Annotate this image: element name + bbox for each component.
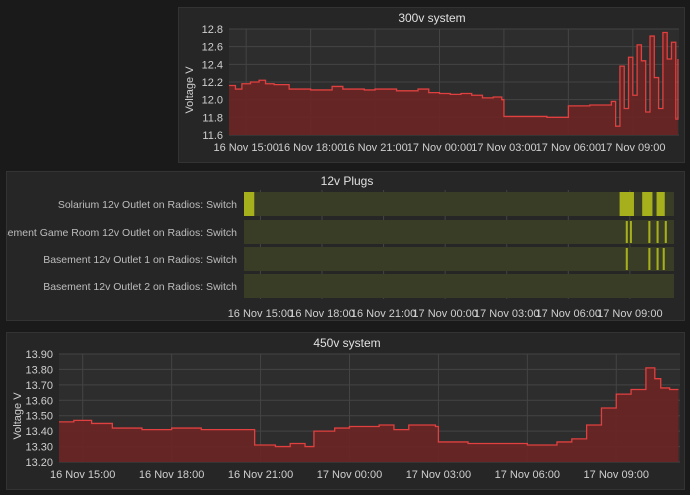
x-tick-label: 16 Nov 18:00: [289, 308, 354, 320]
panel-450v-system: 450v system Voltage V 13.20 13.30 13.40 13.…: [6, 332, 685, 490]
switch-on-segment[interactable]: [244, 192, 255, 216]
x-tick-label: 16 Nov 18:00: [278, 142, 343, 154]
y-tick-label: 13.60: [25, 395, 53, 407]
timeline-row[interactable]: [244, 192, 674, 216]
x-tick-label: 17 Nov 09:00: [597, 308, 662, 320]
y-tick-label: 12.6: [202, 42, 223, 54]
chart-12v-plugs-timeline[interactable]: 12v Plugs 16 Nov 15:0016 Nov 18:0016 Nov…: [7, 172, 686, 322]
panel-title: 300v system: [398, 11, 465, 25]
x-tick-label: 17 Nov 00:00: [317, 469, 382, 481]
x-tick-label: 17 Nov 06:00: [495, 469, 560, 481]
switch-on-segment[interactable]: [648, 221, 651, 243]
switch-on-segment[interactable]: [619, 192, 634, 216]
y-tick-label: 13.30: [25, 442, 53, 454]
switch-on-segment[interactable]: [642, 192, 653, 216]
y-tick-label: 11.8: [202, 112, 223, 124]
y-tick-label: 12.8: [202, 24, 223, 36]
panel-title: 450v system: [313, 336, 380, 350]
switch-on-segment[interactable]: [629, 221, 632, 243]
panel-12v-plugs: 12v Plugs 16 Nov 15:00 16 Nov 18:00 16 Nov…: [6, 171, 685, 321]
switch-on-segment[interactable]: [656, 221, 659, 243]
y-axis-label: Voltage V: [184, 66, 196, 114]
switch-on-segment[interactable]: [656, 192, 665, 216]
y-tick-label: 12.4: [202, 59, 223, 71]
chart-300v-system[interactable]: 300v system Voltage V 11.6 11.8 12.0 12.2 12…: [179, 8, 686, 164]
timeline-row-label: Basement 12v Outlet 2 on Radios: Switch: [43, 281, 237, 293]
y-tick-label: 11.6: [202, 130, 223, 142]
x-tick-label: 17 Nov 06:00: [536, 308, 601, 320]
timeline-row-label: Basement Game Room 12v Outlet on Radios:…: [7, 227, 237, 239]
switch-on-segment[interactable]: [656, 248, 659, 270]
x-tick-label: 17 Nov 00:00: [412, 308, 477, 320]
x-tick-label: 16 Nov 21:00: [342, 142, 407, 154]
x-tick-label: 17 Nov 00:00: [407, 142, 472, 154]
switch-on-segment[interactable]: [648, 248, 651, 270]
x-tick-label: 17 Nov 09:00: [600, 142, 665, 154]
x-tick-label: 16 Nov 15:00: [50, 469, 115, 481]
panel-title: 12v Plugs: [321, 174, 374, 188]
y-tick-label: 13.40: [25, 426, 53, 438]
x-tick-label: 16 Nov 15:00: [213, 142, 278, 154]
x-tick-label: 16 Nov 18:00: [139, 469, 204, 481]
x-tick-label: 16 Nov 15:00: [228, 308, 293, 320]
timeline-row[interactable]: [244, 220, 674, 244]
y-tick-label: 13.70: [25, 380, 53, 392]
panel-300v-system: 300v system Voltage V 11.6 11.8 12.0 12.2 12…: [178, 7, 685, 163]
y-tick-label: 13.80: [25, 364, 53, 376]
y-axis-label: Voltage V: [12, 392, 24, 440]
x-tick-label: 17 Nov 03:00: [406, 469, 471, 481]
switch-on-segment[interactable]: [625, 248, 628, 270]
x-tick-label: 17 Nov 03:00: [471, 142, 536, 154]
switch-on-segment[interactable]: [625, 221, 628, 243]
x-tick-label: 17 Nov 09:00: [584, 469, 649, 481]
y-tick-label: 13.50: [25, 411, 53, 423]
y-tick-label: 13.90: [25, 349, 53, 361]
x-tick-label: 17 Nov 06:00: [536, 142, 601, 154]
switch-on-segment[interactable]: [664, 221, 667, 243]
y-tick-label: 12.0: [202, 95, 223, 107]
timeline-row-label: Solarium 12v Outlet on Radios: Switch: [58, 199, 237, 211]
x-tick-label: 16 Nov 21:00: [228, 469, 293, 481]
x-tick-label: 17 Nov 03:00: [474, 308, 539, 320]
switch-on-segment[interactable]: [662, 248, 665, 270]
timeline-row[interactable]: [244, 274, 674, 298]
chart-450v-system[interactable]: 450v system Voltage V 13.20 13.30 13.40 13.…: [7, 333, 686, 491]
timeline-row[interactable]: [244, 247, 674, 271]
y-tick-label: 13.20: [25, 457, 53, 469]
timeline-row-label: Basement 12v Outlet 1 on Radios: Switch: [43, 254, 237, 266]
x-tick-label: 16 Nov 21:00: [351, 308, 416, 320]
y-tick-label: 12.2: [202, 77, 223, 89]
